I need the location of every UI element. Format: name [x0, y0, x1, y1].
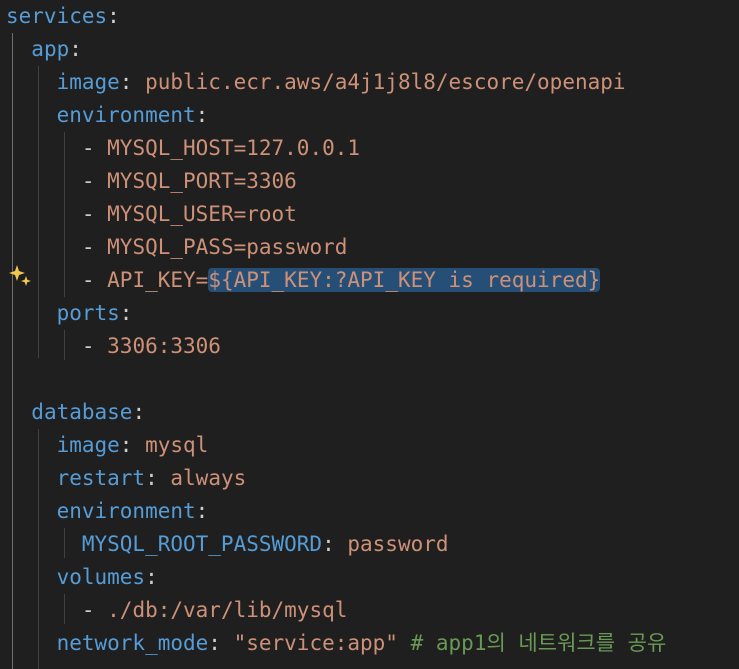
yaml-key: ports	[56, 301, 120, 325]
yaml-key: services	[6, 4, 108, 28]
yaml-dash: -	[81, 136, 108, 160]
yaml-value: public.ecr.aws/a4j1j8l8/escore/openapi	[145, 70, 626, 94]
code-line: - 3306:3306	[6, 330, 221, 363]
yaml-colon: :	[322, 532, 348, 556]
code-line: volumes:	[6, 561, 158, 594]
yaml-value: 3306:3306	[107, 334, 221, 358]
yaml-colon: :	[119, 70, 146, 94]
yaml-dash: -	[81, 169, 108, 193]
yaml-key: app	[31, 37, 70, 61]
yaml-colon: :	[119, 301, 133, 325]
code-line: database:	[6, 396, 145, 429]
yaml-key: restart	[56, 466, 146, 490]
yaml-colon: :	[195, 103, 209, 127]
yaml-colon: :	[69, 37, 82, 61]
code-line: - MYSQL_USER=root	[6, 198, 297, 231]
yaml-key: volumes	[56, 565, 146, 589]
yaml-value: MYSQL_USER=root	[107, 202, 297, 226]
yaml-comment: # app1의 네트워크를 공유	[397, 631, 667, 655]
code-line: - MYSQL_PORT=3306	[6, 165, 297, 198]
yaml-key: environment	[56, 499, 196, 523]
code-line: environment:	[6, 99, 209, 132]
yaml-dash: -	[81, 202, 108, 226]
yaml-value: ./db:/var/lib/mysql	[107, 598, 348, 622]
yaml-colon: :	[107, 4, 120, 28]
code-line: - MYSQL_HOST=127.0.0.1	[6, 132, 360, 165]
yaml-value: mysql	[145, 433, 209, 457]
code-line: image: public.ecr.aws/a4j1j8l8/escore/op…	[6, 66, 626, 99]
yaml-value: password	[347, 532, 449, 556]
yaml-value: API_KEY=	[107, 268, 209, 292]
text-selection[interactable]: ${API_KEY:?API_KEY is required}	[208, 268, 601, 292]
yaml-colon: :	[132, 400, 146, 424]
yaml-colon: :	[119, 433, 146, 457]
code-line: network_mode: "service:app" # app1의 네트워크…	[6, 627, 667, 660]
code-line: - API_KEY=${API_KEY:?API_KEY is required…	[6, 264, 601, 297]
yaml-key: MYSQL_ROOT_PASSWORD	[81, 532, 323, 556]
yaml-colon: :	[195, 499, 209, 523]
code-line: restart: always	[6, 462, 247, 495]
yaml-key: image	[56, 70, 120, 94]
yaml-value: MYSQL_PORT=3306	[107, 169, 297, 193]
code-line: image: mysql	[6, 429, 209, 462]
code-line: - MYSQL_PASS=password	[6, 231, 348, 264]
code-line: ports:	[6, 297, 133, 330]
yaml-value: MYSQL_PASS=password	[107, 235, 348, 259]
code-line: - ./db:/var/lib/mysql	[6, 594, 348, 627]
yaml-value: MYSQL_HOST=127.0.0.1	[107, 136, 361, 160]
code-editor[interactable]: services: app: image: public.ecr.aws/a4j…	[0, 0, 739, 669]
yaml-key: database	[31, 400, 133, 424]
code-line: app:	[6, 33, 82, 66]
yaml-key: network_mode	[56, 631, 209, 655]
code-line: services:	[6, 0, 120, 33]
yaml-colon: :	[145, 466, 171, 490]
yaml-value: "service:app"	[233, 631, 398, 655]
yaml-key: environment	[56, 103, 196, 127]
yaml-colon: :	[145, 565, 158, 589]
yaml-key: image	[56, 433, 120, 457]
yaml-dash: -	[81, 598, 108, 622]
yaml-colon: :	[208, 631, 234, 655]
yaml-dash: -	[81, 334, 108, 358]
yaml-dash: -	[81, 268, 108, 292]
yaml-dash: -	[81, 235, 108, 259]
code-line: environment:	[6, 495, 209, 528]
yaml-value: always	[170, 466, 247, 490]
code-line: MYSQL_ROOT_PASSWORD: password	[6, 528, 449, 561]
